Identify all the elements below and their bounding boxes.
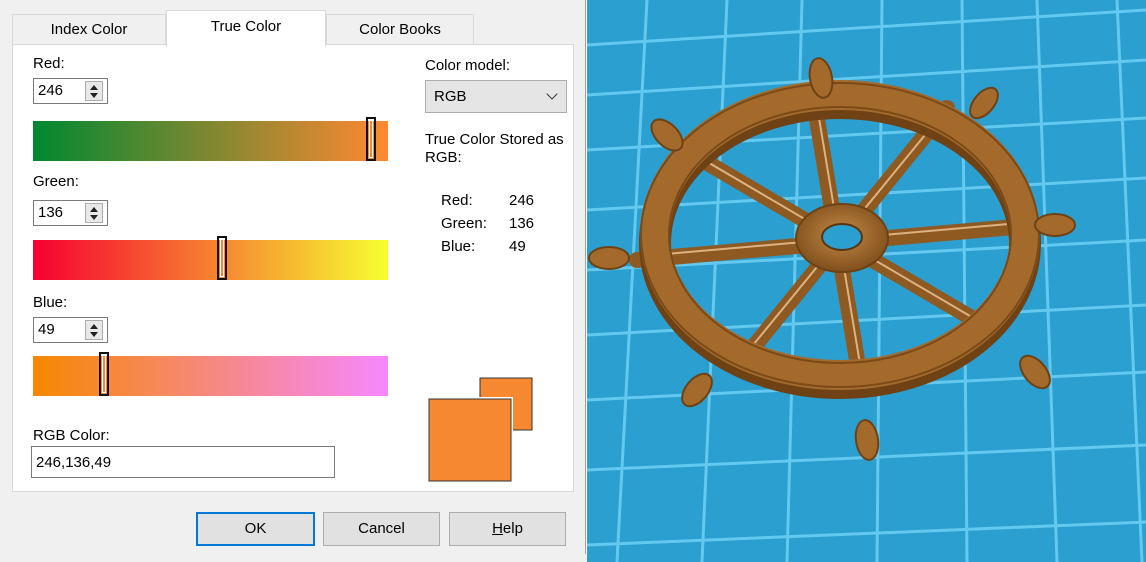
stored-blue-label: Blue: — [441, 238, 476, 255]
red-spin-buttons[interactable] — [85, 81, 103, 101]
true-color-dialog: Index Color True Color Color Books Red: … — [0, 0, 586, 562]
green-value[interactable]: 136 — [38, 204, 63, 221]
blue-spinner[interactable]: 49 — [33, 317, 108, 343]
color-preview — [427, 377, 533, 483]
blue-slider[interactable] — [33, 352, 388, 396]
true-color-panel: Red: 246 Green: 136 Blue: 49 Color model… — [12, 44, 574, 492]
red-label: Red: — [33, 55, 65, 72]
color-model-select[interactable]: RGB — [425, 80, 567, 113]
tab-color-books[interactable]: Color Books — [326, 14, 474, 44]
red-slider-thumb[interactable] — [366, 117, 376, 161]
green-slider-thumb[interactable] — [217, 236, 227, 280]
stored-green-label: Green: — [441, 215, 487, 232]
3d-viewport[interactable] — [587, 0, 1146, 562]
blue-value[interactable]: 49 — [38, 321, 55, 338]
green-label: Green: — [33, 173, 79, 190]
stored-heading: True Color Stored as RGB: — [425, 131, 564, 166]
hub-hole — [821, 223, 863, 251]
red-spinner[interactable]: 246 — [33, 78, 108, 104]
spin-up-icon[interactable] — [90, 207, 98, 212]
rgb-color-label: RGB Color: — [33, 427, 110, 444]
green-spinner[interactable]: 136 — [33, 200, 108, 226]
rgb-color-field[interactable]: 246,136,49 — [31, 446, 335, 478]
spin-down-icon[interactable] — [90, 332, 98, 337]
spin-up-icon[interactable] — [90, 85, 98, 90]
blue-label: Blue: — [33, 294, 68, 311]
tab-index-color[interactable]: Index Color — [12, 14, 166, 44]
spin-down-icon[interactable] — [90, 215, 98, 220]
help-label: Help — [492, 520, 523, 537]
green-spin-buttons[interactable] — [85, 203, 103, 223]
current-color-swatch — [428, 398, 512, 482]
green-slider[interactable] — [33, 236, 388, 280]
stored-red-value: 246 — [509, 192, 535, 209]
cancel-button[interactable]: Cancel — [323, 512, 440, 546]
color-model-label: Color model: — [425, 57, 511, 74]
blue-spin-buttons[interactable] — [85, 320, 103, 340]
stored-blue-value: 49 — [509, 238, 526, 255]
rgb-color-value[interactable]: 246,136,49 — [36, 454, 111, 471]
spin-up-icon[interactable] — [90, 324, 98, 329]
ok-button[interactable]: OK — [196, 512, 315, 546]
tab-true-color[interactable]: True Color — [166, 10, 326, 47]
blue-slider-thumb[interactable] — [99, 352, 109, 396]
stored-green-value: 136 — [509, 215, 535, 232]
chevron-down-icon[interactable] — [546, 88, 558, 100]
status-strip — [0, 554, 587, 562]
red-value[interactable]: 246 — [38, 82, 63, 99]
red-slider[interactable] — [33, 117, 388, 161]
help-button[interactable]: Help — [449, 512, 566, 546]
stored-red-label: Red: — [441, 192, 473, 209]
color-model-value: RGB — [434, 88, 467, 105]
viewport-canvas[interactable] — [587, 0, 1146, 562]
spin-down-icon[interactable] — [90, 93, 98, 98]
